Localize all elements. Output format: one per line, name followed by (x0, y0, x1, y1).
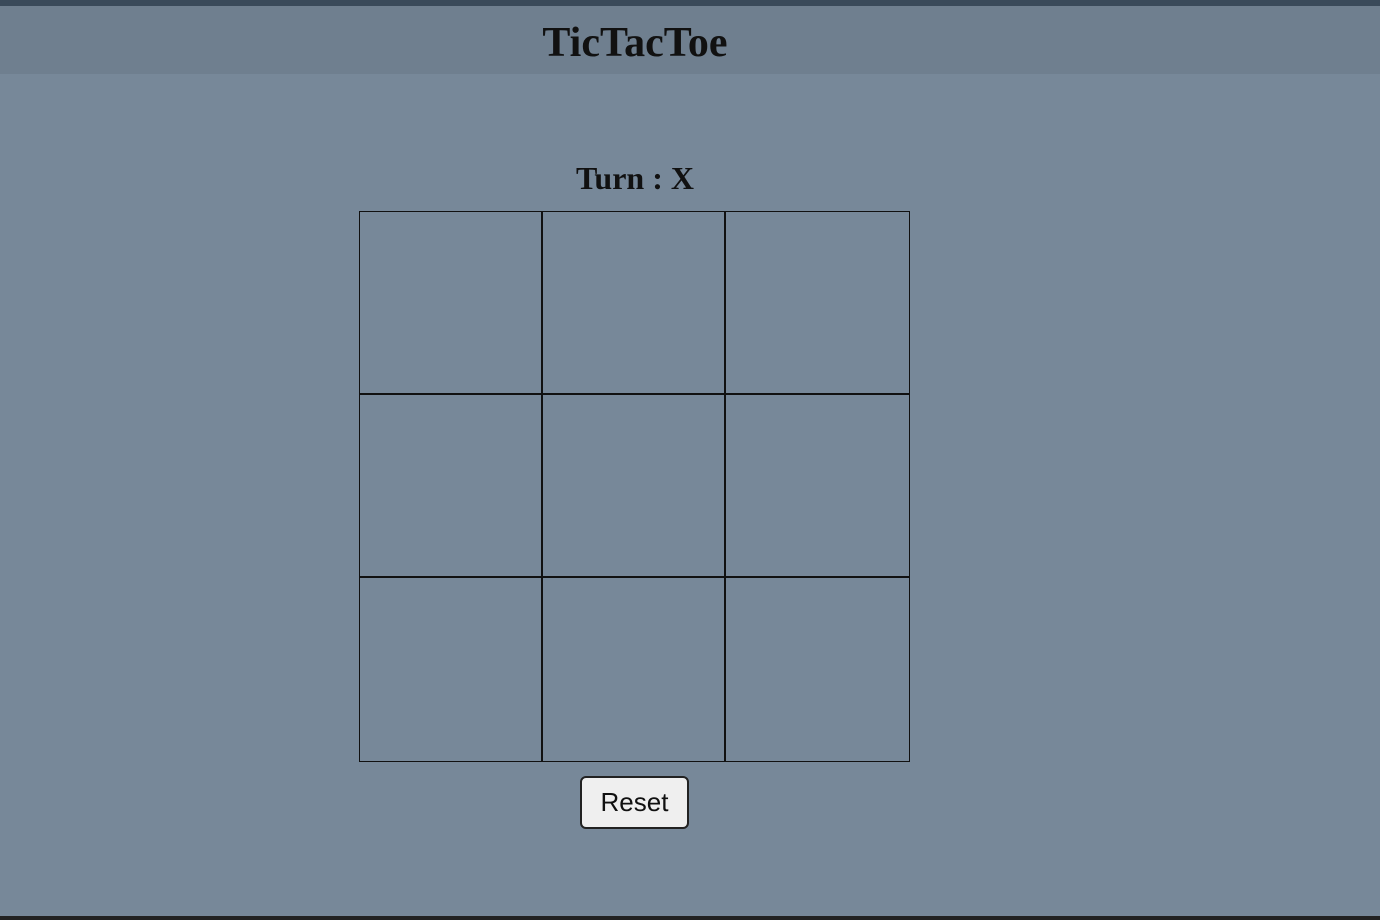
board-cell-2[interactable] (543, 212, 726, 395)
board-cell-1[interactable] (360, 212, 543, 395)
board-cell-7[interactable] (360, 578, 543, 761)
board-cell-5[interactable] (543, 395, 726, 578)
board-cell-9[interactable] (726, 578, 909, 761)
turn-indicator: Turn : X (576, 160, 694, 196)
header-bar: TicTacToe (0, 6, 1380, 74)
board-cell-3[interactable] (726, 212, 909, 395)
board-cell-8[interactable] (543, 578, 726, 761)
board-cell-6[interactable] (726, 395, 909, 578)
page-title: TicTacToe (542, 20, 728, 66)
reset-button[interactable]: Reset (580, 776, 689, 829)
board-cell-4[interactable] (360, 395, 543, 578)
game-board (359, 211, 910, 762)
bottom-border (0, 916, 1380, 920)
